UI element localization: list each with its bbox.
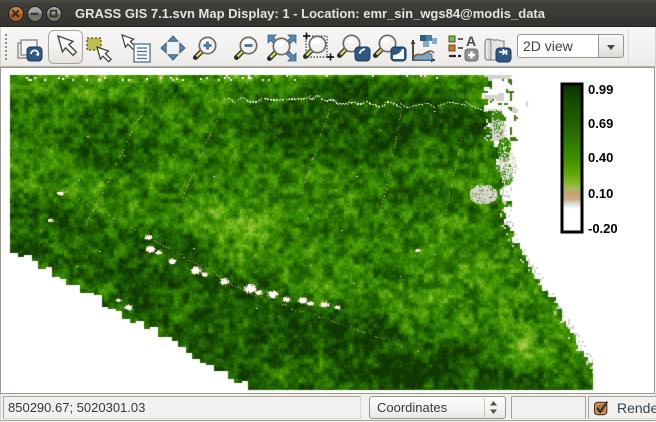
svg-text:0.40: 0.40 xyxy=(588,150,613,165)
svg-text:0.69: 0.69 xyxy=(588,116,613,131)
svg-text:A: A xyxy=(466,33,476,49)
svg-text:-0.20: -0.20 xyxy=(588,221,618,236)
svg-text:0.10: 0.10 xyxy=(588,186,613,201)
svg-text:0.99: 0.99 xyxy=(588,82,613,97)
